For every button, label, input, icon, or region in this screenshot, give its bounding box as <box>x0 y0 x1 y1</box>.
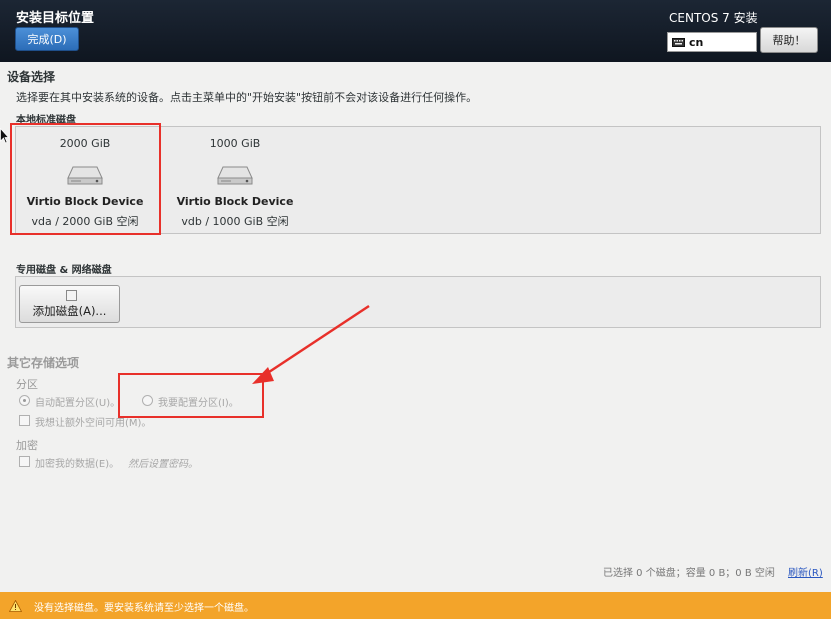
selection-summary: 已选择 0 个磁盘；容量 0 B；0 B 空闲 <box>603 568 775 579</box>
mouse-cursor-icon <box>0 128 9 144</box>
warning-icon <box>9 600 22 612</box>
refresh-link[interactable]: 刷新(R) <box>788 564 823 579</box>
warning-message: 没有选择磁盘。要安装系统请至少选择一个磁盘。 <box>34 603 254 614</box>
annotation-arrow <box>252 304 370 384</box>
